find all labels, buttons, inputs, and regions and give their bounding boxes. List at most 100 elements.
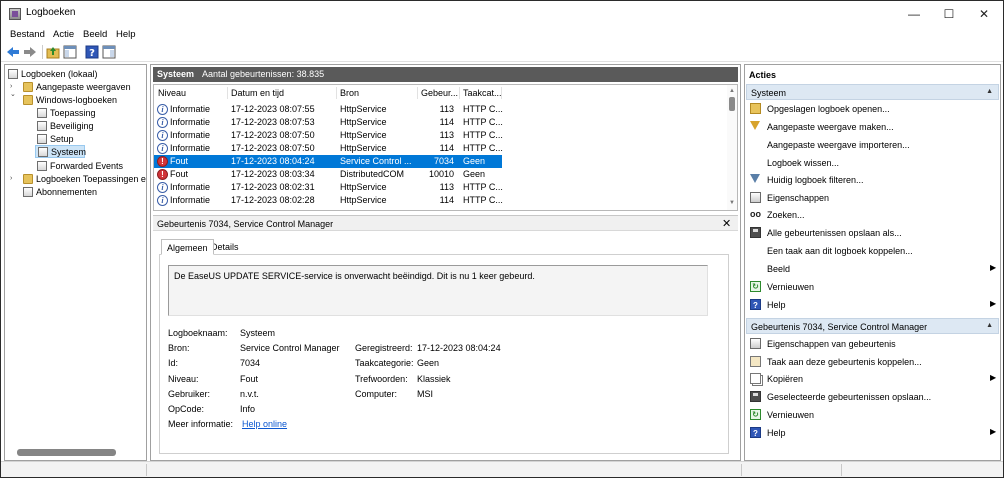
action-save-selected-events[interactable]: Geselecteerde gebeurtenissen opslaan... <box>748 389 1000 405</box>
action-save-all-events[interactable]: Alle gebeurtenissen opslaan als... <box>748 225 1000 241</box>
action-label: Aangepaste weergave maken... <box>767 122 894 132</box>
menu-action[interactable]: Actie <box>53 29 74 40</box>
tree-item-app-service-logs[interactable]: › Logboeken Toepassingen en <box>10 172 146 185</box>
error-icon: ! <box>157 169 168 180</box>
column-header-event-id[interactable]: Gebeur... <box>421 88 458 98</box>
expand-chevron-icon[interactable]: › <box>10 175 12 182</box>
column-divider[interactable] <box>459 87 460 99</box>
table-row[interactable]: i Informatie 17-12-2023 08:07:55 HttpSer… <box>154 103 503 116</box>
value-user[interactable]: n.v.t. <box>240 389 259 399</box>
action-refresh[interactable]: ↻ Vernieuwen <box>748 279 1000 295</box>
action-label: Eigenschappen van gebeurtenis <box>767 339 896 349</box>
row-datetime: 17-12-2023 08:07:55 <box>231 104 315 114</box>
column-divider[interactable] <box>227 87 228 99</box>
value-source[interactable]: Service Control Manager <box>240 343 340 353</box>
event-message[interactable]: De EaseUS UPDATE SERVICE-service is onve… <box>168 265 708 316</box>
action-attach-task-to-event[interactable]: Taak aan deze gebeurtenis koppelen... <box>748 354 1000 370</box>
properties-icon <box>750 338 761 349</box>
scroll-up-arrow-icon[interactable]: ▲ <box>729 88 735 94</box>
tree-item-subscriptions[interactable]: Abonnementen <box>23 185 97 198</box>
event-viewer-app-icon <box>9 8 21 20</box>
close-details-icon[interactable]: ✕ <box>722 217 731 230</box>
table-row[interactable]: i Informatie 17-12-2023 08:02:31 HttpSer… <box>154 181 503 194</box>
row-event-id: 7034 <box>433 156 454 166</box>
expand-chevron-icon[interactable]: › <box>10 83 12 90</box>
action-refresh-event[interactable]: ↻ Vernieuwen <box>748 407 1000 423</box>
column-divider[interactable] <box>417 87 418 99</box>
value-computer[interactable]: MSI <box>417 389 433 399</box>
column-header-level[interactable]: Niveau <box>158 88 186 98</box>
actions-section-event[interactable]: Gebeurtenis 7034, Service Control Manage… <box>746 318 999 334</box>
action-view[interactable]: Beeld ▶ <box>748 261 1000 277</box>
action-help-event[interactable]: ? Help ▶ <box>748 425 1000 441</box>
event-list-scroll-thumb[interactable] <box>729 97 735 111</box>
action-attach-task-to-log[interactable]: Een taak aan dit logboek koppelen... <box>748 243 1000 259</box>
table-row[interactable]: i Informatie 17-12-2023 08:07:50 HttpSer… <box>154 129 503 142</box>
show-hide-action-pane-icon[interactable] <box>102 45 116 59</box>
column-header-datetime[interactable]: Datum en tijd <box>231 88 284 98</box>
tree-horizontal-scrollbar[interactable] <box>17 449 116 456</box>
collapse-section-icon[interactable]: ▲ <box>986 88 993 95</box>
collapse-section-icon[interactable]: ▲ <box>986 322 993 329</box>
close-window-button[interactable]: ✕ <box>967 1 1001 27</box>
column-divider[interactable] <box>501 87 502 99</box>
column-header-source[interactable]: Bron <box>340 88 359 98</box>
forward-arrow-icon[interactable] <box>23 45 37 59</box>
value-level[interactable]: Fout <box>240 374 258 384</box>
actions-header: Acties <box>749 70 777 80</box>
action-filter-current-log[interactable]: Huidig logboek filteren... <box>748 172 1000 188</box>
back-arrow-icon[interactable] <box>6 45 20 59</box>
value-log-name[interactable]: Systeem <box>240 328 275 338</box>
help-icon[interactable]: ? <box>85 45 99 59</box>
action-properties[interactable]: Eigenschappen <box>748 190 1000 206</box>
row-level: Informatie <box>170 117 211 127</box>
tree-item-forwarded-events[interactable]: Forwarded Events <box>37 159 123 172</box>
maximize-button[interactable]: ☐ <box>932 1 966 27</box>
action-event-properties[interactable]: Eigenschappen van gebeurtenis <box>748 336 1000 352</box>
value-event-id[interactable]: 7034 <box>240 358 260 368</box>
tab-general[interactable]: Algemeen <box>161 239 214 255</box>
minimize-button[interactable]: — <box>897 1 931 27</box>
row-source: HttpService <box>340 195 387 205</box>
up-folder-icon[interactable] <box>46 45 60 59</box>
tree-item-application[interactable]: Toepassing <box>37 106 96 119</box>
row-event-id: 114 <box>439 195 454 205</box>
column-divider[interactable] <box>336 87 337 99</box>
show-hide-tree-icon[interactable] <box>63 45 77 59</box>
action-copy[interactable]: Kopiëren ▶ <box>748 371 1000 387</box>
value-logged[interactable]: 17-12-2023 08:04:24 <box>417 343 501 353</box>
column-header-task-category[interactable]: Taakcat... <box>463 88 502 98</box>
scroll-down-arrow-icon[interactable]: ▼ <box>729 200 735 206</box>
action-create-custom-view[interactable]: Aangepaste weergave maken... <box>748 119 1000 135</box>
value-keywords[interactable]: Klassiek <box>417 374 451 384</box>
tree-item-windows-logs[interactable]: ⌄ Windows-logboeken <box>10 91 117 106</box>
table-row[interactable]: i Informatie 17-12-2023 08:07:53 HttpSer… <box>154 116 503 129</box>
value-opcode[interactable]: Info <box>240 404 255 414</box>
action-help[interactable]: ? Help ▶ <box>748 297 1000 313</box>
event-viewer-icon <box>8 68 18 79</box>
menu-help[interactable]: Help <box>116 29 136 40</box>
value-task-category[interactable]: Geen <box>417 358 439 368</box>
tree-item-local-logs[interactable]: Logboeken (lokaal) <box>8 67 98 80</box>
help-online-link[interactable]: Help online <box>242 419 287 429</box>
action-find[interactable]: oo Zoeken... <box>748 207 1000 223</box>
actions-section-system[interactable]: Systeem ▲ <box>746 84 999 100</box>
row-source: DistributedCOM <box>340 169 405 179</box>
tree-item-setup[interactable]: Setup <box>37 132 74 145</box>
tree-item-system[interactable]: Systeem <box>35 145 86 158</box>
table-row[interactable]: i Informatie 17-12-2023 08:07:50 HttpSer… <box>154 142 503 155</box>
tree-item-custom-views[interactable]: › Aangepaste weergaven <box>10 80 131 93</box>
menu-file[interactable]: Bestand <box>10 29 45 40</box>
action-open-saved-log[interactable]: Opgeslagen logboek openen... <box>748 101 1000 117</box>
table-row[interactable]: i Informatie 17-12-2023 08:02:28 HttpSer… <box>154 194 503 207</box>
tree-item-label: Setup <box>50 133 74 144</box>
action-import-custom-view[interactable]: Aangepaste weergave importeren... <box>748 137 1000 153</box>
table-row-selected[interactable]: ! Fout 17-12-2023 08:04:24 Service Contr… <box>154 155 502 168</box>
action-clear-log[interactable]: Logboek wissen... <box>748 155 1000 171</box>
menu-view[interactable]: Beeld <box>83 29 107 40</box>
tree-item-security[interactable]: Beveiliging <box>37 119 94 132</box>
table-row[interactable]: ! Fout 17-12-2023 08:03:34 DistributedCO… <box>154 168 502 181</box>
row-task-category: HTTP C... <box>463 104 503 114</box>
collapse-chevron-icon[interactable]: ⌄ <box>10 90 16 98</box>
section-title: Systeem <box>751 88 787 98</box>
